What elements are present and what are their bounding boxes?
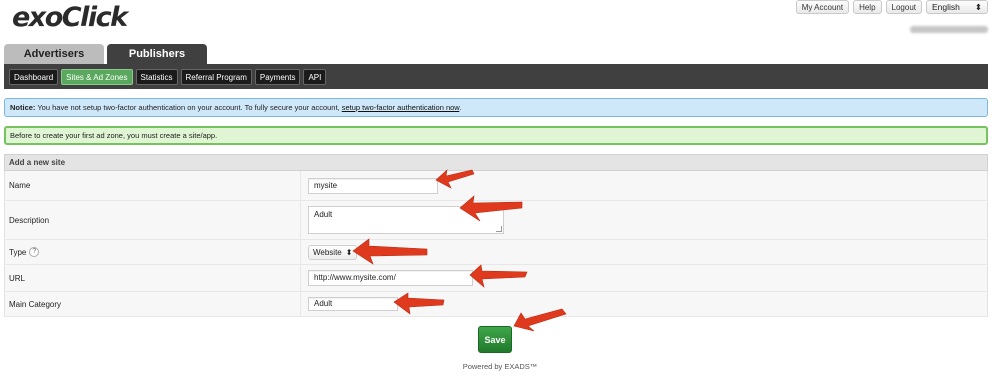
tab-advertisers[interactable]: Advertisers xyxy=(4,44,104,64)
type-label: Type? xyxy=(5,240,301,264)
name-input[interactable]: mysite xyxy=(308,177,438,194)
resize-grip-icon[interactable] xyxy=(496,226,502,232)
select-arrows-icon: ⬍ xyxy=(345,247,353,257)
main-tabs: Advertisers Publishers xyxy=(4,44,207,64)
category-label: Main Category xyxy=(5,292,301,316)
two-factor-notice: Notice: You have not setup two-factor au… xyxy=(4,98,988,117)
tab-publishers[interactable]: Publishers xyxy=(107,44,207,64)
description-row: Description Adult xyxy=(4,201,988,240)
description-label: Description xyxy=(5,201,301,239)
description-value: Adult xyxy=(314,210,333,219)
name-label-text: Name xyxy=(9,181,31,190)
exoclick-logo[interactable]: exoClick xyxy=(12,2,128,33)
name-row: Name mysite xyxy=(4,171,988,201)
help-icon[interactable]: ? xyxy=(29,247,40,257)
save-button[interactable]: Save xyxy=(478,326,512,353)
url-input[interactable]: http://www.mysite.com/ xyxy=(308,270,473,286)
description-label-text: Description xyxy=(9,215,50,225)
subnav-statistics[interactable]: Statistics xyxy=(135,68,178,85)
subnav-api[interactable]: API xyxy=(303,68,327,85)
subnav-payments[interactable]: Payments xyxy=(254,68,301,85)
logout-button[interactable]: Logout xyxy=(885,0,922,14)
type-select[interactable]: Website ⬍ xyxy=(308,244,358,260)
create-site-info: Before to create your first ad zone, you… xyxy=(4,126,988,145)
notice-suffix: . xyxy=(459,103,462,112)
powered-by-footer: Powered by EXADS™ xyxy=(462,362,538,371)
name-label: Name xyxy=(5,171,301,200)
blurred-username xyxy=(910,26,988,33)
help-button[interactable]: Help xyxy=(853,0,882,14)
publisher-subnav: Dashboard Sites & Ad Zones Statistics Re… xyxy=(4,64,988,89)
notice-prefix: Notice: xyxy=(10,103,36,112)
language-value: English xyxy=(932,2,960,12)
form-heading: Add a new site xyxy=(4,154,988,171)
add-site-form: Add a new site Name mysite Description A… xyxy=(4,154,988,317)
type-row: Type? Website ⬍ xyxy=(4,240,988,265)
subnav-sites-ad-zones[interactable]: Sites & Ad Zones xyxy=(61,68,133,85)
subnav-dashboard[interactable]: Dashboard xyxy=(9,68,59,85)
url-label: URL xyxy=(5,265,301,291)
my-account-button[interactable]: My Account xyxy=(795,0,850,14)
url-label-text: URL xyxy=(9,273,26,283)
category-select[interactable]: Adult xyxy=(308,297,398,311)
setup-two-factor-link[interactable]: setup two-factor authentication now xyxy=(342,103,460,112)
description-textarea[interactable]: Adult xyxy=(308,206,504,234)
type-label-text: Type xyxy=(9,247,27,257)
type-value: Website xyxy=(313,247,342,257)
select-arrows-icon: ⬍ xyxy=(974,1,982,12)
language-select[interactable]: English ⬍ xyxy=(926,0,988,14)
top-links: My Account Help Logout English ⬍ xyxy=(795,0,988,14)
url-row: URL http://www.mysite.com/ xyxy=(4,265,988,292)
category-label-text: Main Category xyxy=(9,299,62,309)
category-row: Main Category Adult xyxy=(4,292,988,317)
subnav-referral-program[interactable]: Referral Program xyxy=(180,68,252,85)
notice-text: You have not setup two-factor authentica… xyxy=(35,103,342,112)
